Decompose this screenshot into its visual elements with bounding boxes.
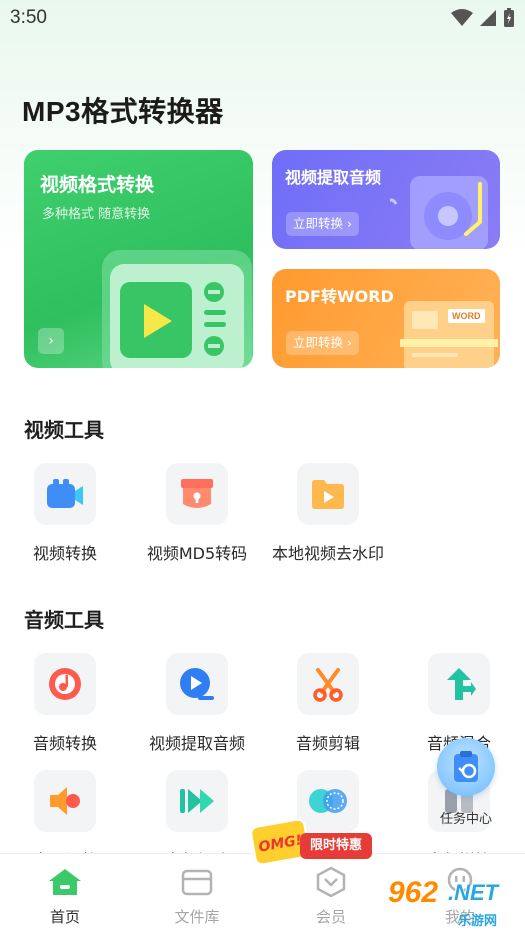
tool-local-video-watermark[interactable]: 本地视频去水印 <box>263 463 393 564</box>
tool-video-convert[interactable]: 视频转换 <box>0 463 130 564</box>
pdf-convert-button[interactable]: 立即转换 › <box>286 331 359 355</box>
tool-label: 视频MD5转码 <box>146 544 248 563</box>
video-tools-title: 视频工具 <box>24 418 104 442</box>
audio-extract-convert-button[interactable]: 立即转换 › <box>286 212 359 236</box>
task-center-label: 任务中心 <box>439 812 492 827</box>
tool-label: 音频剪辑 <box>295 734 360 753</box>
folder-icon <box>132 866 262 898</box>
app-title: MP3格式转换器 <box>22 96 224 127</box>
tool-audio-clip[interactable]: 音频剪辑 <box>263 653 393 754</box>
video-format-convert-card[interactable]: 视频格式转换 多种格式 随意转换 › <box>24 150 253 368</box>
wifi-icon <box>451 9 473 26</box>
md5-box-icon <box>166 463 228 525</box>
tool-label: 音频转换 <box>32 734 97 753</box>
merge-arrows-icon <box>428 653 490 715</box>
tool-label: 视频提取音频 <box>148 734 245 753</box>
status-time: 3:50 <box>10 7 47 28</box>
status-bar: 3:50 <box>0 0 525 38</box>
tool-video-md5[interactable]: 视频MD5转码 <box>132 463 262 564</box>
main-card-arrow-button[interactable]: › <box>38 328 64 354</box>
word-badge: WORD <box>448 309 485 323</box>
pdf-to-word-card[interactable]: PDF转WORD WORD 立即转换 › <box>272 269 500 368</box>
extract-audio-icon <box>166 653 228 715</box>
vip-shield-icon <box>266 866 396 898</box>
card-title: 视频提取音频 <box>285 168 382 187</box>
audio-tools-title: 音频工具 <box>24 608 104 632</box>
watermark-net: .NET <box>448 880 499 905</box>
clipboard-icon <box>437 738 495 796</box>
tool-label: 视频转换 <box>32 544 97 563</box>
fast-forward-icon <box>166 770 228 832</box>
tool-audio-convert[interactable]: 音频转换 <box>0 653 130 754</box>
document-illustration-icon <box>400 301 498 368</box>
speaker-icon <box>34 770 96 832</box>
tool-video-extract-audio[interactable]: 视频提取音频 <box>132 653 262 754</box>
signal-icon <box>480 10 496 26</box>
tab-label: 首页 <box>49 908 80 926</box>
battery-icon <box>504 8 514 27</box>
music-disc-icon <box>34 653 96 715</box>
site-watermark: 962 .NET 乐游网 <box>386 870 522 930</box>
home-icon <box>0 866 130 898</box>
folder-play-icon <box>297 463 359 525</box>
tv-play-illustration-icon <box>102 250 252 368</box>
task-center-float-button[interactable]: 任务中心 <box>431 738 501 828</box>
video-extract-audio-card[interactable]: 视频提取音频 立即转换 › <box>272 150 500 249</box>
status-icons <box>451 8 515 28</box>
turntable-illustration-icon <box>390 176 488 249</box>
tab-label: 文件库 <box>174 908 220 926</box>
card-title: PDF转WORD <box>285 287 394 306</box>
scissors-icon <box>297 653 359 715</box>
limited-offer-promo[interactable]: OMG! 限时特惠 <box>248 817 376 868</box>
tab-label: 会员 <box>315 908 346 926</box>
watermark-number: 962 <box>388 876 439 909</box>
tool-label: 本地视频去水印 <box>271 544 384 563</box>
card-subtitle: 多种格式 随意转换 <box>42 207 151 222</box>
video-camera-icon <box>34 463 96 525</box>
tab-home[interactable]: 首页 <box>0 854 130 933</box>
tab-file-library[interactable]: 文件库 <box>132 854 262 933</box>
card-title: 视频格式转换 <box>40 174 155 196</box>
watermark-sub: 乐游网 <box>458 914 498 929</box>
promo-tag: 限时特惠 <box>300 833 372 859</box>
